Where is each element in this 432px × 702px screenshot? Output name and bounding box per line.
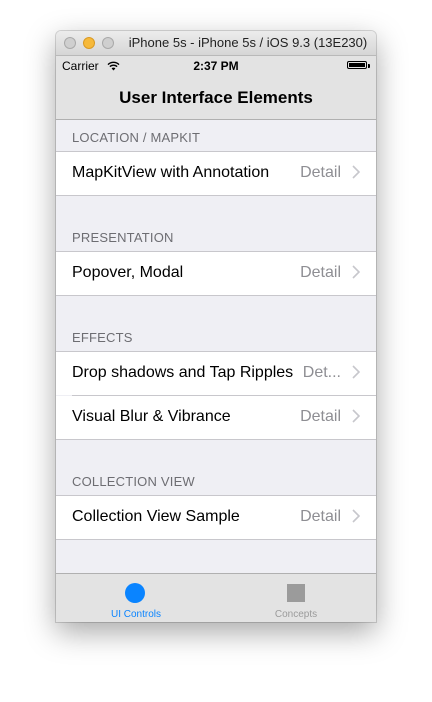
battery-tip [368, 64, 370, 68]
separator [56, 439, 376, 440]
row-detail: Det... [302, 364, 341, 381]
separator [56, 539, 376, 540]
row-label: Collection View Sample [72, 508, 240, 525]
section-header-presentation: PRESENTATION [72, 230, 174, 245]
table-row-visual-blur[interactable]: Visual Blur & Vibrance Detail [56, 396, 376, 439]
row-detail: Detail [300, 508, 341, 525]
close-window-button[interactable] [64, 37, 76, 49]
table-row-popover[interactable]: Popover, Modal Detail [56, 252, 376, 295]
device-screen: Carrier 2:37 PM User Interface Elements … [56, 56, 376, 622]
tab-concepts[interactable]: Concepts [216, 574, 376, 622]
page-title: User Interface Elements [119, 88, 313, 107]
table-view[interactable]: LOCATION / MAPKIT MapKitView with Annota… [56, 120, 376, 573]
chevron-right-icon [352, 165, 360, 179]
tab-bar: UI Controls Concepts [56, 573, 376, 622]
section-header-collection-view: COLLECTION VIEW [72, 474, 195, 489]
navigation-bar: User Interface Elements [56, 76, 376, 120]
row-label: MapKitView with Annotation [72, 164, 270, 181]
table-row-drop-shadows[interactable]: Drop shadows and Tap Ripples Det... [56, 352, 376, 395]
tab-ui-controls[interactable]: UI Controls [56, 574, 216, 622]
square-icon [287, 584, 305, 602]
table-row-collection-view[interactable]: Collection View Sample Detail [56, 496, 376, 539]
row-label: Popover, Modal [72, 264, 184, 281]
chevron-right-icon [352, 365, 360, 379]
section-header-location: LOCATION / MAPKIT [72, 130, 201, 145]
circle-icon [125, 583, 145, 603]
row-detail: Detail [300, 264, 341, 281]
status-time: 2:37 PM [193, 59, 239, 73]
window-titlebar: iPhone 5s - iPhone 5s / iOS 9.3 (13E230) [56, 31, 376, 56]
table-row-mapkit[interactable]: MapKitView with Annotation Detail [56, 152, 376, 195]
separator [56, 195, 376, 196]
section-header-effects: EFFECTS [72, 330, 133, 345]
chevron-right-icon [352, 509, 360, 523]
chevron-right-icon [352, 409, 360, 423]
window-title: iPhone 5s - iPhone 5s / iOS 9.3 (13E230) [128, 35, 368, 50]
zoom-window-button[interactable] [102, 37, 114, 49]
battery-icon [347, 61, 367, 69]
row-label: Drop shadows and Tap Ripples [72, 364, 294, 381]
separator [56, 295, 376, 296]
tab-label: Concepts [274, 609, 318, 620]
simulator-window: iPhone 5s - iPhone 5s / iOS 9.3 (13E230)… [56, 31, 376, 622]
row-detail: Detail [300, 164, 341, 181]
chevron-right-icon [352, 265, 360, 279]
row-label: Visual Blur & Vibrance [72, 408, 231, 425]
tab-label: UI Controls [110, 609, 161, 620]
status-bar: Carrier 2:37 PM [56, 56, 376, 76]
minimize-window-button[interactable] [83, 37, 95, 49]
row-detail: Detail [300, 408, 341, 425]
